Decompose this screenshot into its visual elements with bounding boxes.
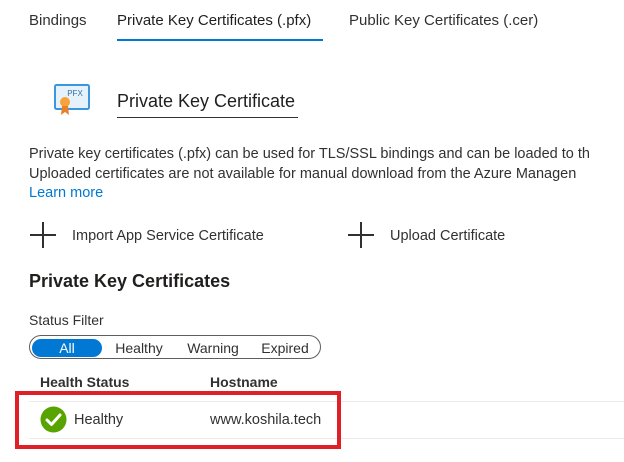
filter-warning[interactable]: Warning bbox=[178, 339, 248, 357]
filter-expired[interactable]: Expired bbox=[254, 339, 316, 357]
svg-text:PFX: PFX bbox=[67, 89, 83, 98]
tab-bindings[interactable]: Bindings bbox=[29, 12, 87, 29]
tab-public-key-certificates[interactable]: Public Key Certificates (.cer) bbox=[349, 12, 538, 29]
active-tab-indicator bbox=[117, 39, 323, 41]
filter-healthy[interactable]: Healthy bbox=[106, 339, 172, 357]
section-title: Private Key Certificates bbox=[29, 271, 231, 291]
import-app-service-certificate-button[interactable]: Import App Service Certificate bbox=[30, 222, 280, 250]
certificate-pfx-icon: PFX bbox=[52, 82, 92, 118]
learn-more-link[interactable]: Learn more bbox=[29, 185, 103, 201]
plus-icon bbox=[348, 222, 374, 248]
tab-private-key-certificates[interactable]: Private Key Certificates (.pfx) bbox=[117, 12, 311, 29]
import-button-label: Import App Service Certificate bbox=[72, 228, 264, 244]
status-filter-label: Status Filter bbox=[29, 312, 104, 328]
column-header-hostname: Hostname bbox=[210, 374, 278, 390]
page-title: Private Key Certificate bbox=[117, 91, 296, 111]
upload-certificate-button[interactable]: Upload Certificate bbox=[348, 222, 518, 250]
highlight-annotation-box bbox=[15, 391, 341, 449]
plus-icon bbox=[30, 222, 56, 248]
description-line-2: Uploaded certificates are not available … bbox=[29, 166, 577, 182]
title-underline bbox=[117, 117, 298, 118]
filter-all[interactable]: All bbox=[32, 339, 102, 357]
status-filter-group: All Healthy Warning Expired bbox=[29, 335, 321, 359]
tab-bar: Bindings Private Key Certificates (.pfx)… bbox=[0, 0, 624, 44]
upload-button-label: Upload Certificate bbox=[390, 228, 506, 244]
description-line-1: Private key certificates (.pfx) can be u… bbox=[29, 146, 590, 162]
column-header-health-status: Health Status bbox=[40, 374, 130, 390]
